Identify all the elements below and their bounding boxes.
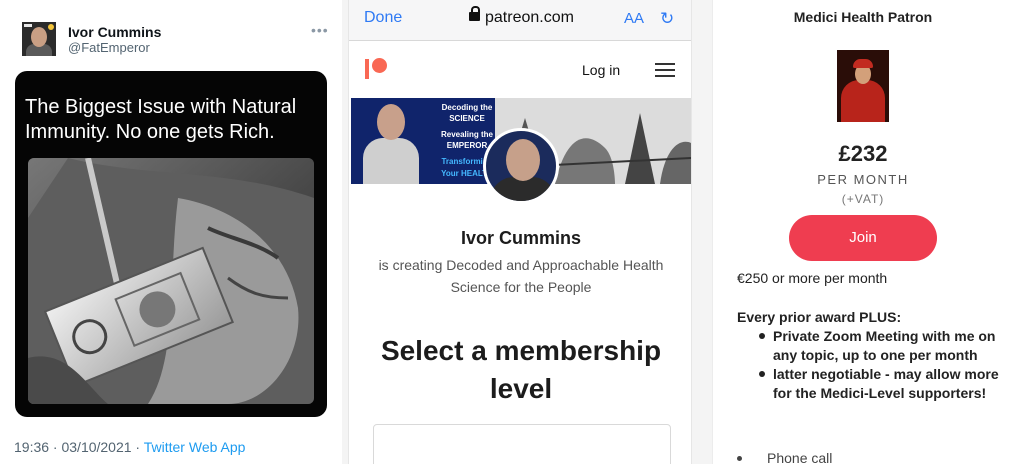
cover-banner: Decoding the SCIENCE Revealing the EMPER…	[351, 98, 495, 184]
tweet-timestamp[interactable]: 19:36 · 03/10/2021 ·	[14, 439, 144, 455]
tweet-panel: Ivor Cummins @FatEmperor ••• The Biggest…	[0, 0, 342, 464]
done-button[interactable]: Done	[364, 9, 402, 27]
benefits-list: Every prior award PLUS: Private Zoom Mee…	[737, 308, 1009, 403]
benefit-item: latter negotiable - may allow more for t…	[737, 365, 1009, 403]
benefits-heading: Every prior award PLUS:	[737, 309, 902, 325]
tweet-image[interactable]: The Biggest Issue with Natural Immunity.…	[15, 71, 327, 417]
membership-heading: Select a membership level	[380, 335, 662, 404]
user-handle[interactable]: @FatEmperor	[68, 40, 150, 55]
cover-text-1: Decoding the	[441, 103, 493, 112]
price-vat: (+VAT)	[841, 192, 885, 206]
reload-icon[interactable]: ↻	[660, 9, 674, 29]
minimum-pledge: €250 or more per month	[737, 270, 888, 286]
patreon-logo[interactable]	[365, 58, 389, 80]
panel-gap	[692, 0, 712, 464]
source-app-link[interactable]: Twitter Web App	[144, 439, 246, 455]
tier-card[interactable]	[373, 424, 671, 464]
user-display-name[interactable]: Ivor Cummins	[68, 24, 161, 40]
benefit-phone-call: Phone call	[737, 450, 832, 464]
photo-illustration	[28, 158, 314, 404]
creator-avatar[interactable]	[483, 128, 559, 204]
login-link[interactable]: Log in	[582, 62, 620, 78]
benefit-item: Private Zoom Meeting with me on any topi…	[737, 327, 1009, 365]
more-options-icon[interactable]: •••	[311, 22, 329, 38]
patreon-panel: Done patreon.com AA ↻ Log in Decoding th…	[348, 0, 692, 464]
photo-old-man-dollar	[28, 158, 314, 404]
user-avatar[interactable]	[22, 22, 56, 56]
tweet-metadata: 19:36 · 03/10/2021 · Twitter Web App	[14, 439, 245, 455]
lock-icon	[469, 6, 480, 21]
menu-icon[interactable]	[655, 63, 675, 77]
url-domain: patreon.com	[485, 9, 574, 26]
image-caption: The Biggest Issue with Natural Immunity.…	[25, 96, 297, 143]
cover-text-2: SCIENCE	[449, 114, 485, 123]
address-bar[interactable]: patreon.com	[469, 6, 574, 27]
price-period: PER MONTH	[817, 172, 909, 187]
creator-name: Ivor Cummins	[460, 228, 582, 248]
tier-price: £232	[838, 141, 888, 166]
creator-tagline: is creating Decoded and Approachable Hea…	[378, 257, 664, 295]
join-button[interactable]: Join	[789, 215, 937, 261]
tier-image	[837, 50, 889, 122]
tier-panel: Medici Health Patron £232 PER MONTH (+VA…	[712, 0, 1024, 464]
tier-title: Medici Health Patron	[793, 9, 933, 25]
cover-text-3: Revealing the	[440, 130, 493, 139]
text-size-button[interactable]: AA	[624, 10, 644, 27]
safari-toolbar: Done patreon.com AA ↻	[349, 0, 691, 41]
